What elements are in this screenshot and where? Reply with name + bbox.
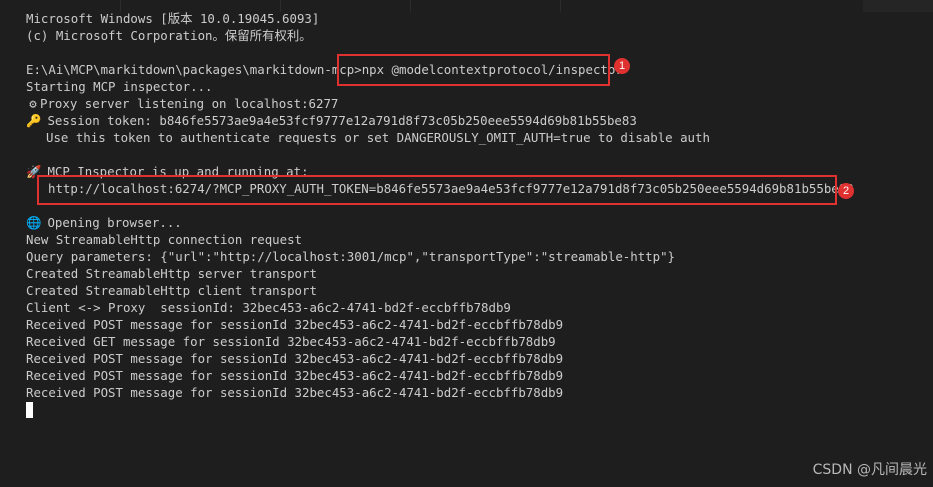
annotation-badge-2: 2: [838, 183, 854, 199]
opening-browser-text: Opening browser...: [40, 215, 182, 230]
terminal-line: Received POST message for sessionId 32be…: [26, 351, 564, 366]
annotation-badge-1: 1: [614, 58, 630, 74]
terminal-line: Client <-> Proxy sessionId: 32bec453-a6c…: [26, 300, 511, 315]
terminal-line: Created StreamableHttp server transport: [26, 266, 317, 281]
terminal-line: Received POST message for sessionId 32be…: [26, 385, 564, 400]
terminal-line: ⚙ Proxy server listening on localhost:627…: [26, 95, 923, 112]
highlight-box-url: [37, 175, 837, 205]
terminal-cursor: [26, 402, 33, 418]
gear-icon: ⚙: [29, 96, 37, 111]
terminal-line: New StreamableHttp connection request: [26, 232, 303, 247]
terminal-prompt[interactable]: [26, 401, 923, 418]
terminal-line: 🔑 Session token: b846fe5573ae9a4e53fcf97…: [26, 112, 923, 129]
terminal-line: Created StreamableHttp client transport: [26, 283, 317, 298]
terminal-line: Received POST message for sessionId 32be…: [26, 317, 564, 332]
terminal-line: Received GET message for sessionId 32bec…: [26, 334, 556, 349]
terminal-line: Use this token to authenticate requests …: [46, 130, 710, 145]
highlight-box-command: [337, 54, 610, 86]
terminal-line: Query parameters: {"url":"http://localho…: [26, 249, 676, 264]
terminal-line: Received POST message for sessionId 32be…: [26, 368, 564, 383]
terminal-line: Microsoft Windows [版本 10.0.19045.6093]: [26, 11, 320, 26]
watermark: CSDN @凡间晨光: [812, 462, 927, 478]
globe-icon: 🌐: [26, 215, 42, 230]
terminal-line: (c) Microsoft Corporation。保留所有权利。: [26, 28, 312, 43]
proxy-status-text: Proxy server listening on localhost:6277: [40, 96, 339, 111]
terminal-line: 🌐 Opening browser...: [26, 214, 923, 231]
terminal-gutter: [0, 0, 16, 487]
session-token-text: Session token: b846fe5573ae9a4e53fcf9777…: [40, 113, 637, 128]
key-icon: 🔑: [26, 113, 42, 128]
